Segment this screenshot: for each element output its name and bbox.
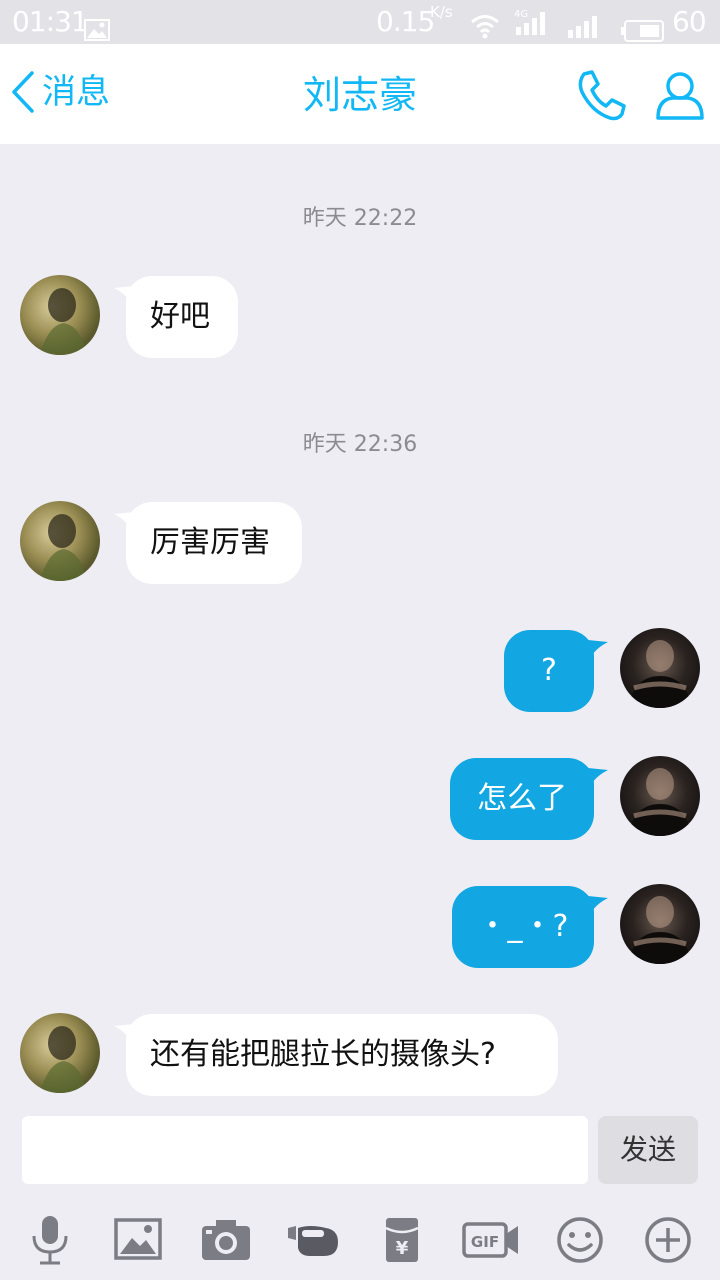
message-timestamp: 昨天 22:36 xyxy=(302,432,418,457)
back-label: 消息 xyxy=(42,72,110,112)
avatar[interactable] xyxy=(20,501,100,581)
avatar[interactable] xyxy=(620,756,700,836)
status-bar: 01:31 0.15 K/s 4G 60 xyxy=(0,0,720,44)
nav-bar: 消息 刘志豪 xyxy=(0,44,720,144)
profile-icon[interactable] xyxy=(652,68,708,124)
svg-text:¥: ¥ xyxy=(396,1238,409,1259)
message-bubble-incoming[interactable]: 厉害厉害 xyxy=(126,502,302,584)
avatar[interactable] xyxy=(620,628,700,708)
plus-icon[interactable] xyxy=(640,1214,696,1266)
image-icon xyxy=(84,10,110,41)
message-timestamp: 昨天 22:22 xyxy=(302,206,418,231)
battery-level: 60 xyxy=(672,5,707,38)
emoji-icon[interactable] xyxy=(552,1214,608,1266)
svg-text:4G: 4G xyxy=(514,9,528,20)
avatar[interactable] xyxy=(620,884,700,964)
camera-icon[interactable] xyxy=(198,1214,254,1266)
svg-text:GIF: GIF xyxy=(471,1233,499,1251)
message-bubble-outgoing[interactable]: ・_・? xyxy=(452,886,594,968)
poke-icon[interactable] xyxy=(286,1214,342,1266)
message-bubble-incoming[interactable]: 还有能把腿拉长的摄像头? xyxy=(126,1014,558,1096)
message-bubble-outgoing[interactable]: ? xyxy=(504,630,594,712)
send-button[interactable]: 发送 xyxy=(598,1116,698,1184)
avatar[interactable] xyxy=(20,1013,100,1093)
back-button[interactable]: 消息 xyxy=(8,66,128,122)
input-toolbar: ¥ GIF xyxy=(0,1200,720,1280)
chevron-left-icon xyxy=(10,70,36,118)
message-input[interactable] xyxy=(22,1116,588,1184)
gif-icon[interactable]: GIF xyxy=(462,1214,518,1266)
bubble-tail xyxy=(588,896,608,914)
bubble-tail xyxy=(588,640,608,658)
status-speed-unit: K/s xyxy=(430,3,453,21)
image-icon[interactable] xyxy=(110,1214,166,1266)
status-speed: 0.15 xyxy=(376,5,435,38)
microphone-icon[interactable] xyxy=(22,1214,78,1266)
phone-icon[interactable] xyxy=(572,68,628,124)
message-bubble-outgoing[interactable]: 怎么了 xyxy=(450,758,594,840)
message-bubble-incoming[interactable]: 好吧 xyxy=(126,276,238,358)
red-packet-icon[interactable]: ¥ xyxy=(374,1214,430,1266)
bubble-tail xyxy=(588,768,608,786)
avatar[interactable] xyxy=(20,275,100,355)
status-time: 01:31 xyxy=(12,5,89,38)
chat-title: 刘志豪 xyxy=(302,73,417,117)
